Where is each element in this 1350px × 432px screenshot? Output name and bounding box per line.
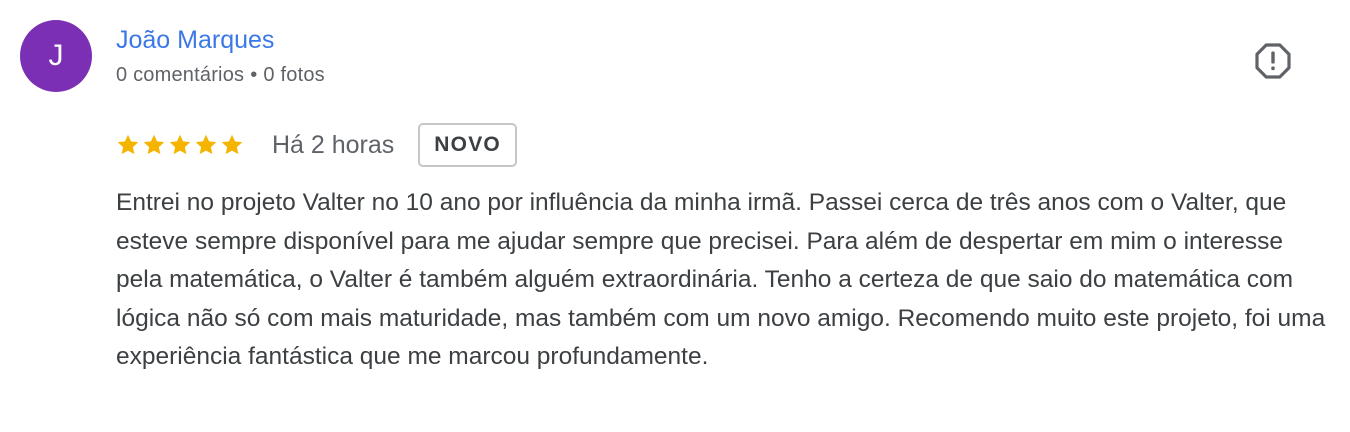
new-badge: NOVO: [418, 123, 517, 167]
star-icon: [221, 134, 243, 155]
avatar[interactable]: J: [20, 20, 92, 92]
photos-count: 0 fotos: [263, 64, 325, 86]
star-icon: [117, 134, 139, 155]
star-icon: [143, 134, 165, 155]
meta-separator: •: [250, 64, 258, 86]
star-icon: [195, 134, 217, 155]
reviewer-meta: 0 comentários • 0 fotos: [116, 64, 325, 87]
review-card: J João Marques 0 comentários • 0 fotos Há …: [0, 0, 1350, 432]
rating-row: Há 2 horas NOVO: [116, 122, 517, 168]
reviewer-name[interactable]: João Marques: [116, 26, 274, 55]
report-flag-icon: [1255, 43, 1291, 79]
report-button[interactable]: [1254, 42, 1292, 80]
star-icon: [169, 134, 191, 155]
review-text: Entrei no projeto Valter no 10 ano por i…: [116, 189, 1326, 370]
review-time: Há 2 horas: [272, 130, 395, 159]
star-rating: [116, 133, 246, 157]
comments-count: 0 comentários: [116, 64, 245, 86]
